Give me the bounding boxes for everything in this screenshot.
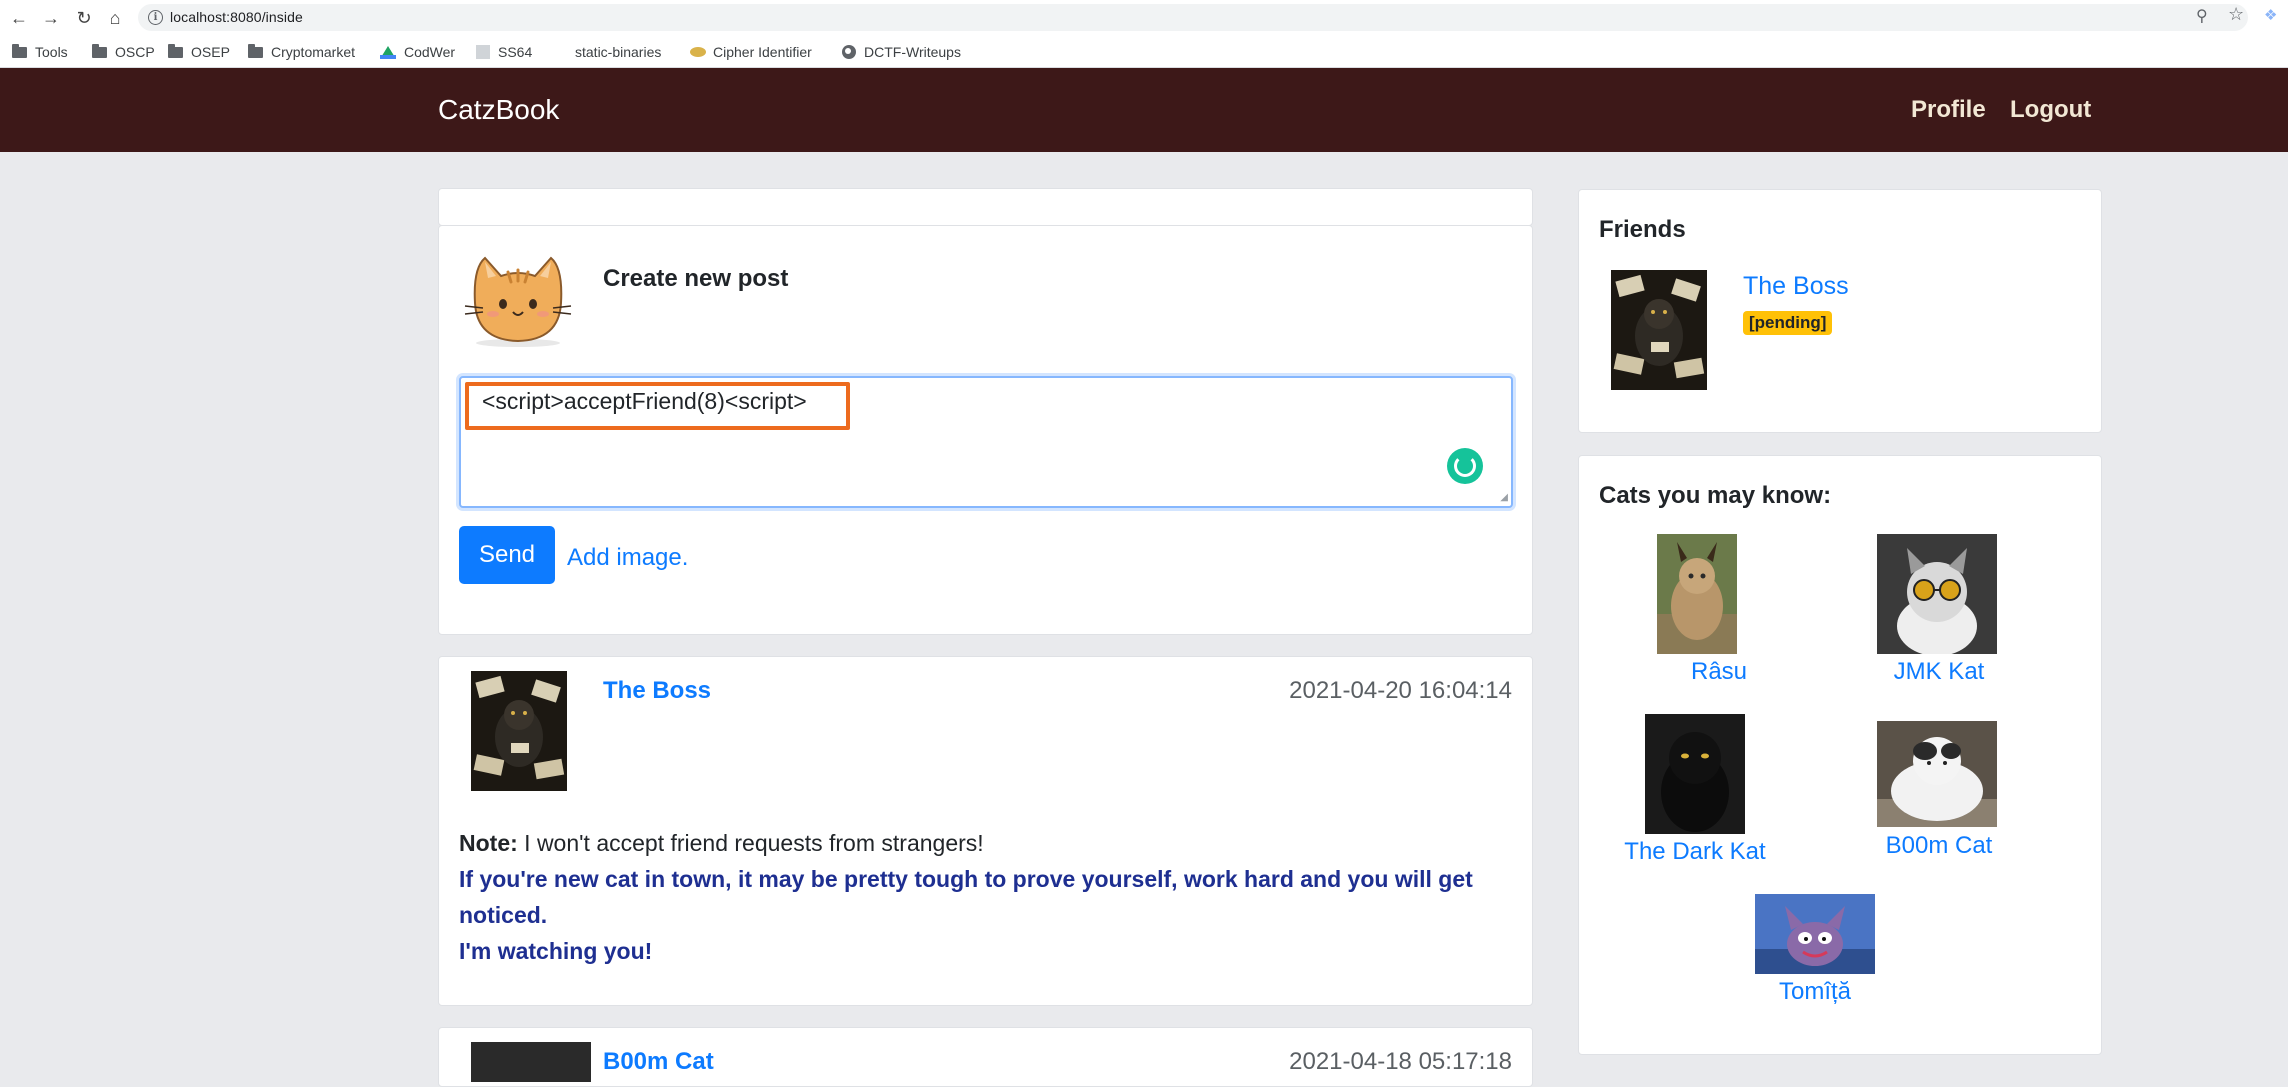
home-icon[interactable]: ⌂	[104, 7, 126, 29]
profile-link[interactable]: Profile	[1911, 96, 1986, 124]
the-boss-avatar	[471, 671, 567, 791]
suggestion-name-link[interactable]: JMK Kat	[1877, 658, 2001, 686]
logout-link[interactable]: Logout	[2010, 96, 2091, 124]
suggestion-name-link[interactable]: B00m Cat	[1877, 832, 2001, 860]
globe-icon	[842, 45, 856, 59]
back-arrow-icon[interactable]: ←	[8, 7, 30, 29]
extension-icon[interactable]: ❖	[2264, 6, 2277, 24]
zoom-icon[interactable]: ⚲	[2196, 6, 2208, 26]
site-info-icon[interactable]: i	[148, 10, 163, 25]
post-date: 2021-04-18 05:17:18	[1289, 1048, 1512, 1075]
create-post-title: Create new post	[603, 265, 789, 292]
reload-icon[interactable]: ↻	[73, 7, 95, 29]
jmk-kat-avatar[interactable]	[1877, 534, 1997, 654]
bookmark-cipher-identifier[interactable]: Cipher Identifier	[690, 42, 812, 62]
post-card: The Boss 2021-04-20 16:04:14 Note: I won…	[438, 656, 1533, 1006]
bookmark-osep[interactable]: OSEP	[168, 42, 230, 62]
bookmark-dctf-writeups[interactable]: DCTF-Writeups	[842, 42, 961, 62]
bookmark-ss64[interactable]: SS64	[476, 42, 532, 62]
post-author-link[interactable]: The Boss	[603, 677, 711, 705]
send-button[interactable]: Send	[459, 526, 555, 584]
post-emphasis-text-2: I'm watching you!	[459, 938, 653, 964]
folder-icon	[92, 43, 107, 58]
suggestion-name-link[interactable]: The Dark Kat	[1619, 838, 1771, 866]
friend-name-link[interactable]: The Boss	[1743, 272, 1849, 301]
folder-icon	[248, 43, 263, 58]
post-date: 2021-04-20 16:04:14	[1289, 677, 1512, 704]
url-text[interactable]: localhost:8080/inside	[170, 9, 303, 25]
rasu-avatar[interactable]	[1657, 534, 1737, 654]
tomita-avatar[interactable]	[1755, 894, 1875, 974]
suggestion-name-link[interactable]: Râsu	[1657, 658, 1781, 686]
post-text-value[interactable]: <script>acceptFriend(8)<script>	[482, 388, 807, 415]
user-avatar	[463, 248, 573, 348]
folder-icon	[168, 43, 183, 58]
friend-avatar[interactable]	[1611, 270, 1707, 390]
post-note-label: Note:	[459, 830, 518, 856]
create-post-card: Create new post <script>acceptFriend(8)<…	[438, 225, 1533, 635]
bookmark-codwer[interactable]: CodWer	[380, 42, 455, 62]
empty-card	[438, 188, 1533, 226]
bookmarks-bar: Tools OSCP OSEP Cryptomarket CodWer SS64…	[0, 35, 2288, 68]
post-textarea[interactable]: <script>acceptFriend(8)<script> ◢	[459, 376, 1513, 508]
bookmark-star-icon[interactable]: ☆	[2228, 4, 2244, 25]
add-image-link[interactable]: Add image.	[567, 544, 688, 572]
folder-icon	[12, 43, 27, 58]
post-author-link[interactable]: B00m Cat	[603, 1048, 714, 1076]
page-icon	[476, 45, 490, 59]
grammarly-icon[interactable]	[1447, 448, 1483, 484]
address-bar[interactable]: i localhost:8080/inside	[138, 4, 2248, 31]
friends-card: Friends The Boss [pending]	[1578, 189, 2102, 433]
b00m-cat-avatar[interactable]	[1877, 721, 1997, 827]
browser-toolbar: ← → ↻ ⌂ i localhost:8080/inside ⚲ ☆ ❖	[0, 0, 2288, 35]
suggestions-card: Cats you may know: Râsu JMK Kat The Dark…	[1578, 455, 2102, 1055]
bookmark-tools[interactable]: Tools	[12, 42, 68, 62]
the-dark-kat-avatar[interactable]	[1645, 714, 1745, 834]
brand-logo[interactable]: CatzBook	[438, 94, 559, 126]
suggestions-title: Cats you may know:	[1599, 482, 1832, 509]
post-body: Note: I won't accept friend requests fro…	[459, 825, 1509, 969]
cipher-icon	[690, 47, 706, 57]
post-note-text: I won't accept friend requests from stra…	[517, 830, 984, 856]
suggestion-name-link[interactable]: Tomîță	[1753, 978, 1877, 1006]
bookmark-cryptomarket[interactable]: Cryptomarket	[248, 42, 355, 62]
post-emphasis-text: If you're new cat in town, it may be pre…	[459, 866, 1473, 928]
bookmark-static-binaries[interactable]: static-binaries	[575, 42, 661, 62]
friends-title: Friends	[1599, 216, 1686, 243]
b00m-cat-avatar	[471, 1042, 591, 1082]
resize-handle-icon[interactable]: ◢	[1500, 492, 1508, 503]
google-drive-icon	[380, 45, 396, 59]
forward-arrow-icon[interactable]: →	[40, 7, 62, 29]
pending-badge: [pending]	[1743, 311, 1833, 335]
site-navbar: CatzBook Profile Logout	[0, 68, 2288, 152]
post-card: B00m Cat 2021-04-18 05:17:18	[438, 1027, 1533, 1087]
bookmark-oscp[interactable]: OSCP	[92, 42, 155, 62]
